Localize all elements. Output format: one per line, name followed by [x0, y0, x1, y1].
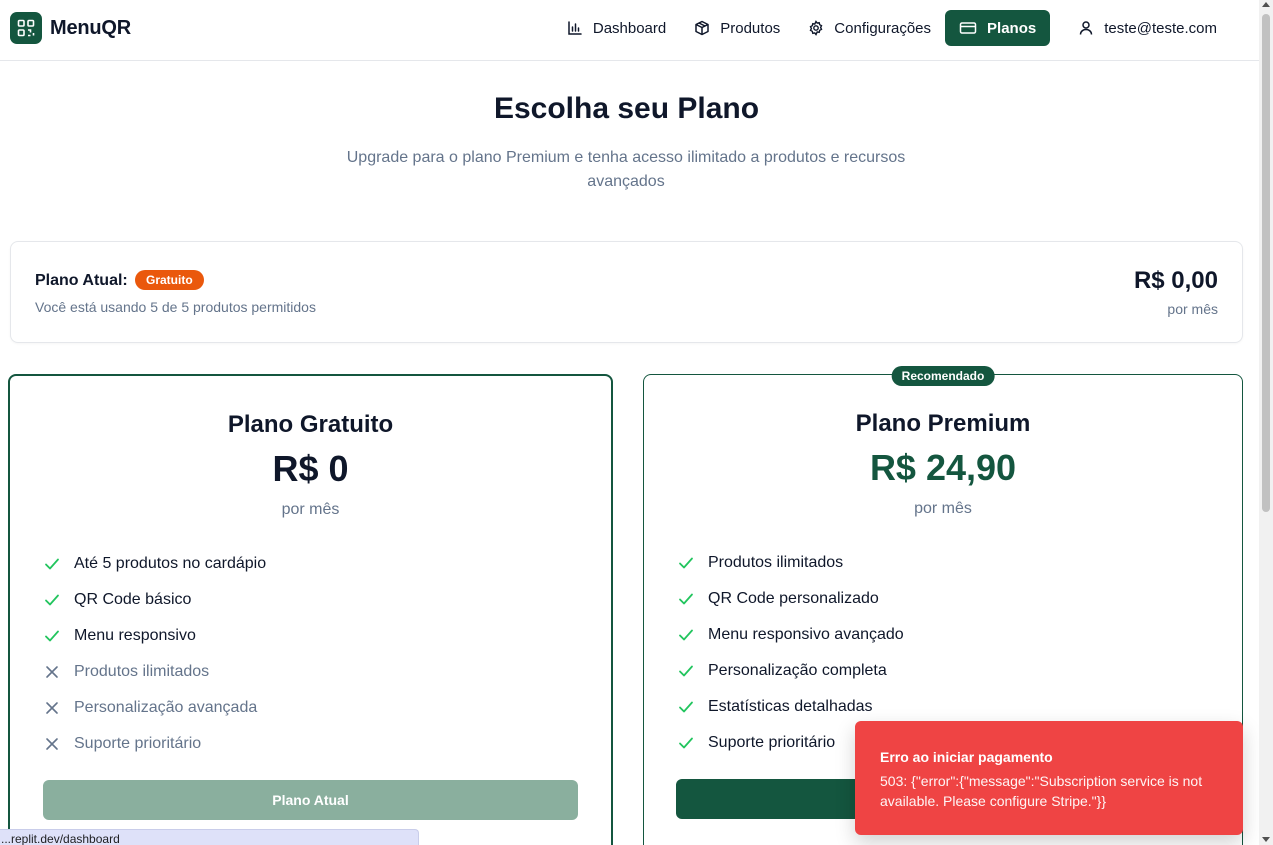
feature-item: Personalização avançada: [43, 690, 266, 726]
check-icon: [45, 558, 59, 570]
check-icon: [679, 557, 693, 569]
plan-period: por mês: [914, 500, 972, 517]
feature-text: Até 5 produtos no cardápio: [74, 555, 267, 572]
credit-card-icon: [959, 22, 977, 34]
check-icon: [679, 593, 693, 605]
main-nav: Dashboard Produtos Configurações Planos …: [553, 10, 1231, 46]
current-price: R$ 0,00: [1133, 267, 1218, 294]
error-toast[interactable]: Erro ao iniciar pagamento 503: {"error":…: [855, 721, 1243, 835]
status-bar-url: ...replit.dev/dashboard: [0, 829, 419, 845]
user-icon: [1079, 21, 1093, 35]
nav-configuracoes-label: Configurações: [834, 19, 932, 37]
scroll-up-arrow-icon[interactable]: [1262, 2, 1270, 7]
scroll-down-arrow-icon[interactable]: [1262, 837, 1270, 842]
feature-item: Produtos ilimitados: [43, 654, 266, 690]
package-icon: [695, 20, 709, 36]
feature-text: Suporte prioritário: [74, 735, 202, 752]
brand-name: MenuQR: [50, 16, 132, 39]
page-title: Escolha seu Plano: [493, 92, 760, 125]
feature-item: Até 5 produtos no cardápio: [43, 546, 266, 582]
x-icon: [46, 738, 58, 750]
feature-item: Personalização completa: [677, 653, 904, 689]
free-plan-card: Plano Gratuito R$ 0 por mês Até 5 produt…: [8, 374, 613, 845]
recommended-badge: Recomendado: [891, 366, 995, 386]
nav-planos[interactable]: Planos: [945, 10, 1051, 46]
top-navbar: MenuQR Dashboard Produtos Configurações …: [0, 0, 1259, 61]
feature-text: Menu responsivo avançado: [708, 626, 904, 643]
feature-text: Menu responsivo: [74, 627, 196, 644]
check-icon: [679, 701, 693, 713]
usage-text: Você está usando 5 de 5 produtos permiti…: [35, 299, 316, 315]
feature-item: QR Code básico: [43, 582, 266, 618]
nav-dashboard-label: Dashboard: [592, 19, 667, 37]
check-icon: [679, 665, 693, 677]
feature-item: QR Code personalizado: [677, 581, 904, 617]
x-icon: [46, 702, 58, 714]
nav-planos-label: Planos: [987, 19, 1037, 37]
x-icon: [46, 666, 58, 678]
page-scrollbar[interactable]: [1259, 0, 1273, 845]
nav-produtos[interactable]: Produtos: [680, 10, 794, 46]
check-icon: [45, 594, 59, 606]
feature-text: QR Code básico: [74, 591, 192, 608]
feature-item: Estatísticas detalhadas: [677, 689, 904, 725]
nav-dashboard[interactable]: Dashboard: [553, 10, 680, 46]
user-menu[interactable]: teste@teste.com: [1064, 10, 1231, 46]
feature-text: QR Code personalizado: [708, 590, 879, 607]
scrollbar-thumb[interactable]: [1262, 14, 1270, 512]
page-subtitle: Upgrade para o plano Premium e tenha ace…: [346, 149, 906, 190]
brand[interactable]: MenuQR: [10, 12, 131, 44]
gear-icon: [809, 20, 823, 36]
feature-text: Produtos ilimitados: [708, 554, 844, 571]
check-icon: [45, 630, 59, 642]
feature-list: Até 5 produtos no cardápio QR Code básic…: [43, 546, 266, 762]
check-icon: [679, 629, 693, 641]
feature-item: Menu responsivo avançado: [677, 617, 904, 653]
plan-price: R$ 0: [272, 448, 349, 489]
feature-text: Estatísticas detalhadas: [708, 698, 873, 715]
check-icon: [679, 737, 693, 749]
user-email: teste@teste.com: [1104, 19, 1217, 37]
toast-title: Erro ao iniciar pagamento: [880, 749, 1053, 765]
feature-item: Produtos ilimitados: [677, 545, 904, 581]
current-period: por mês: [1167, 301, 1218, 317]
plan-price: R$ 24,90: [869, 447, 1017, 488]
nav-produtos-label: Produtos: [720, 19, 781, 37]
feature-item: Menu responsivo: [43, 618, 266, 654]
nav-configuracoes[interactable]: Configurações: [794, 10, 945, 46]
plan-period: por mês: [281, 501, 340, 518]
feature-text: Personalização avançada: [74, 699, 258, 716]
plan-title: Plano Premium: [855, 410, 1031, 437]
current-plan-button[interactable]: Plano Atual: [43, 780, 578, 820]
bar-chart-icon: [568, 21, 582, 35]
plan-badge: Gratuito: [135, 270, 204, 290]
feature-text: Personalização completa: [708, 662, 887, 679]
feature-text: Produtos ilimitados: [74, 663, 210, 680]
current-plan-card: Plano Atual: Gratuito Você está usando 5…: [10, 241, 1243, 343]
plan-title: Plano Gratuito: [227, 411, 394, 438]
feature-item: Suporte prioritário: [43, 726, 266, 762]
qr-logo-icon: [10, 12, 42, 44]
toast-message: 503: {"error":{"message":"Subscription s…: [880, 773, 1203, 809]
current-plan-label: Plano Atual:: [35, 272, 128, 289]
feature-text: Suporte prioritário: [708, 734, 836, 751]
plans-page: MenuQR Dashboard Produtos Configurações …: [0, 0, 1273, 845]
